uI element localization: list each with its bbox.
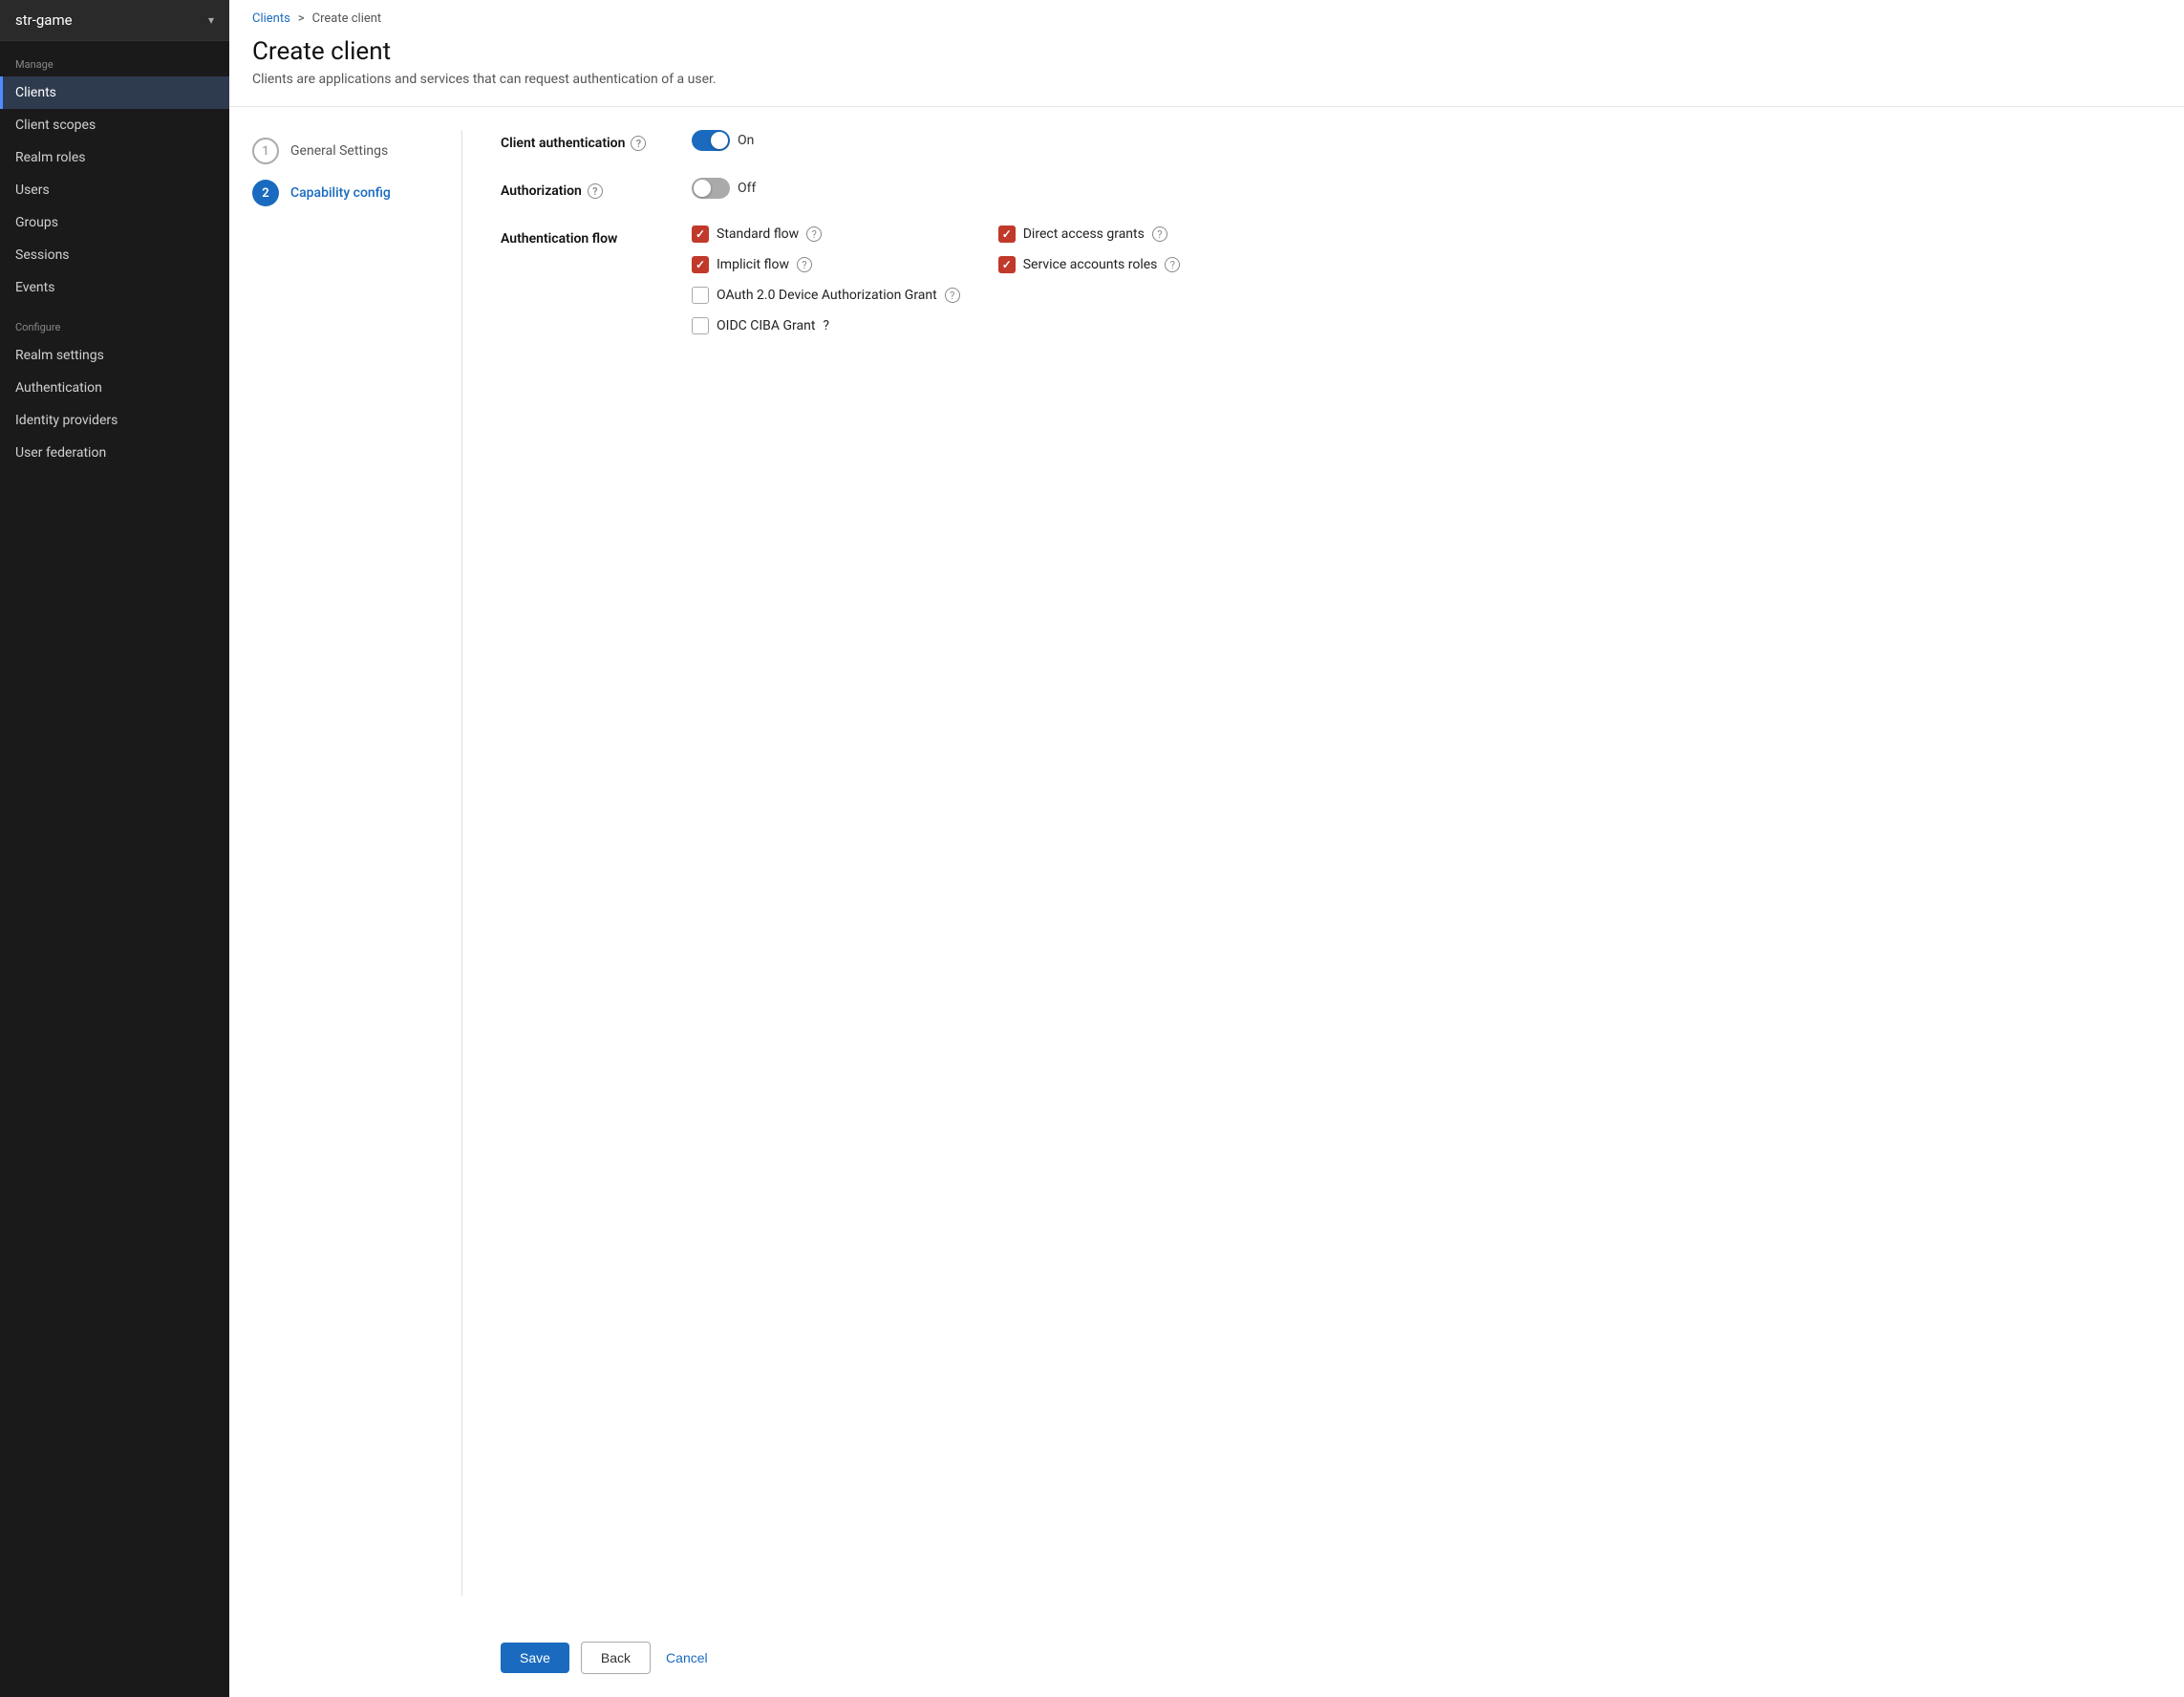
page-header: Create client Clients are applications a… — [229, 33, 2184, 107]
page-subtitle: Clients are applications and services th… — [252, 72, 2161, 87]
authorization-toggle[interactable] — [692, 178, 730, 199]
auth-flow-grid: Standard flow ? Direct access grants ? — [692, 226, 1266, 334]
content-area: 1 General Settings 2 Capability config C… — [229, 107, 2184, 1619]
implicit-flow-checkbox[interactable] — [692, 256, 709, 273]
form-footer: Save Back Cancel — [229, 1619, 2184, 1697]
service-accounts-roles-checkbox[interactable] — [998, 256, 1016, 273]
direct-access-grants-label: Direct access grants — [1023, 226, 1145, 242]
sidebar-item-label: Groups — [15, 215, 58, 230]
authorization-help-icon[interactable]: ? — [588, 183, 603, 199]
sidebar-item-users[interactable]: Users — [0, 174, 229, 206]
cancel-button[interactable]: Cancel — [662, 1643, 712, 1673]
sidebar-item-label: User federation — [15, 445, 106, 461]
authentication-flow-control: Standard flow ? Direct access grants ? — [692, 226, 2161, 334]
checkbox-direct-access-grants[interactable]: Direct access grants ? — [998, 226, 1267, 243]
checkbox-oauth-device-auth[interactable]: OAuth 2.0 Device Authorization Grant ? — [692, 287, 960, 304]
client-authentication-toggle-wrap: On — [692, 130, 754, 151]
authentication-flow-label: Authentication flow — [501, 226, 692, 247]
checkbox-implicit-flow[interactable]: Implicit flow ? — [692, 256, 960, 273]
sidebar-item-label: Events — [15, 280, 54, 295]
client-authentication-help-icon[interactable]: ? — [631, 136, 646, 151]
step-2[interactable]: 2 Capability config — [252, 172, 439, 214]
sidebar-item-identity-providers[interactable]: Identity providers — [0, 404, 229, 437]
manage-section-label: Manage — [0, 41, 229, 76]
standard-flow-help-icon[interactable]: ? — [806, 226, 822, 242]
sidebar-item-clients[interactable]: Clients — [0, 76, 229, 109]
oidc-ciba-help-icon[interactable]: ? — [823, 318, 829, 333]
sidebar-item-label: Clients — [15, 85, 56, 100]
breadcrumb: Clients > Create client — [229, 0, 2184, 33]
authorization-row: Authorization ? Off — [501, 178, 2161, 199]
sidebar-item-groups[interactable]: Groups — [0, 206, 229, 239]
oidc-ciba-label: OIDC CIBA Grant — [717, 318, 815, 333]
client-authentication-control: On — [692, 130, 2161, 151]
checkbox-standard-flow[interactable]: Standard flow ? — [692, 226, 960, 243]
sidebar-item-sessions[interactable]: Sessions — [0, 239, 229, 271]
authentication-flow-row: Authentication flow Standard flow ? — [501, 226, 2161, 334]
sidebar-item-label: Users — [15, 183, 50, 198]
oidc-ciba-checkbox[interactable] — [692, 317, 709, 334]
authorization-control: Off — [692, 178, 2161, 199]
realm-selector[interactable]: str-game ▾ — [0, 0, 229, 41]
sidebar-item-realm-roles[interactable]: Realm roles — [0, 141, 229, 174]
client-authentication-label: Client authentication ? — [501, 130, 692, 151]
form-panel: Client authentication ? On Autho — [462, 130, 2161, 1596]
steps-panel: 1 General Settings 2 Capability config — [252, 130, 462, 1596]
direct-access-grants-checkbox[interactable] — [998, 226, 1016, 243]
page-title: Create client — [252, 37, 2161, 66]
step-2-label[interactable]: Capability config — [290, 185, 391, 201]
checkbox-service-accounts-roles[interactable]: Service accounts roles ? — [998, 256, 1267, 273]
sidebar-item-label: Identity providers — [15, 413, 118, 428]
toggle-thumb — [711, 132, 728, 149]
sidebar-item-user-federation[interactable]: User federation — [0, 437, 229, 469]
breadcrumb-current: Create client — [312, 11, 382, 26]
breadcrumb-separator: > — [298, 11, 305, 26]
sidebar-item-client-scopes[interactable]: Client scopes — [0, 109, 229, 141]
chevron-down-icon: ▾ — [208, 13, 214, 27]
implicit-flow-label: Implicit flow — [717, 257, 789, 272]
checkbox-oidc-ciba[interactable]: OIDC CIBA Grant ? — [692, 317, 960, 334]
standard-flow-checkbox[interactable] — [692, 226, 709, 243]
sidebar-item-events[interactable]: Events — [0, 271, 229, 304]
step-1: 1 General Settings — [252, 130, 439, 172]
sidebar: str-game ▾ Manage Clients Client scopes … — [0, 0, 229, 1697]
implicit-flow-help-icon[interactable]: ? — [797, 257, 812, 272]
oauth-device-auth-label: OAuth 2.0 Device Authorization Grant — [717, 288, 937, 303]
service-accounts-roles-help-icon[interactable]: ? — [1165, 257, 1180, 272]
sidebar-item-realm-settings[interactable]: Realm settings — [0, 339, 229, 372]
save-button[interactable]: Save — [501, 1643, 569, 1673]
standard-flow-label: Standard flow — [717, 226, 799, 242]
sidebar-item-label: Client scopes — [15, 118, 96, 133]
client-authentication-row: Client authentication ? On — [501, 130, 2161, 151]
sidebar-item-label: Authentication — [15, 380, 102, 396]
configure-section-label: Configure — [0, 304, 229, 339]
client-authentication-toggle[interactable] — [692, 130, 730, 151]
sidebar-item-label: Realm roles — [15, 150, 85, 165]
oauth-device-auth-checkbox[interactable] — [692, 287, 709, 304]
sidebar-item-label: Sessions — [15, 247, 70, 263]
client-authentication-toggle-label: On — [738, 133, 754, 148]
service-accounts-roles-label: Service accounts roles — [1023, 257, 1158, 272]
main-content: Clients > Create client Create client Cl… — [229, 0, 2184, 1697]
authorization-toggle-label: Off — [738, 181, 756, 196]
direct-access-grants-help-icon[interactable]: ? — [1152, 226, 1167, 242]
breadcrumb-parent-link[interactable]: Clients — [252, 11, 290, 26]
toggle-thumb — [694, 180, 711, 197]
authorization-label: Authorization ? — [501, 178, 692, 199]
back-button[interactable]: Back — [581, 1642, 651, 1674]
step-1-number: 1 — [252, 138, 279, 164]
step-2-number: 2 — [252, 180, 279, 206]
realm-name: str-game — [15, 11, 73, 29]
sidebar-item-label: Realm settings — [15, 348, 104, 363]
authorization-toggle-wrap: Off — [692, 178, 756, 199]
step-1-label: General Settings — [290, 143, 388, 159]
oauth-device-auth-help-icon[interactable]: ? — [945, 288, 960, 303]
sidebar-item-authentication[interactable]: Authentication — [0, 372, 229, 404]
